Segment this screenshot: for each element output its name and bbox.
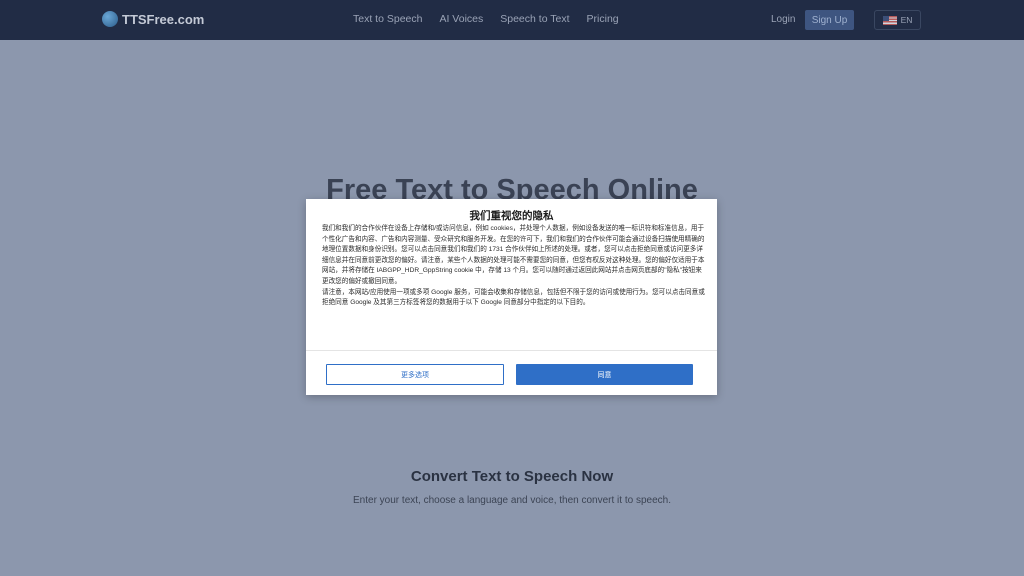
dialog-divider	[306, 350, 717, 351]
dialog-title: 我们重视您的隐私	[469, 210, 554, 222]
nav-link-pricing[interactable]: Pricing	[587, 13, 619, 25]
consent-paragraph-2: 请注意，本网站/应用使用一项或多项 Google 服务，可能会收集和存储信息，包…	[322, 288, 705, 307]
signup-button[interactable]: Sign Up	[805, 10, 854, 30]
more-options-button[interactable]: 更多选项	[326, 364, 504, 385]
nav-link-ai-voices[interactable]: AI Voices	[439, 13, 483, 25]
section-title: Convert Text to Speech Now	[410, 468, 614, 485]
privacy-consent-dialog: 我们重视您的隐私 我们和我们的合作伙伴在设备上存储和/或访问信息，例如 cook…	[306, 199, 717, 395]
brand-name: TTSFree.com	[122, 11, 205, 27]
brand-logo[interactable]: TTSFree.com	[102, 11, 204, 27]
consent-paragraph-1: 我们和我们的合作伙伴在设备上存储和/或访问信息，例如 cookies，并处理个人…	[322, 225, 705, 285]
nav-link-speech-to-text[interactable]: Speech to Text	[500, 13, 569, 25]
section-subtitle: Enter your text, choose a language and v…	[353, 495, 671, 506]
language-label: EN	[900, 15, 913, 25]
language-selector[interactable]: EN	[874, 10, 921, 30]
us-flag-icon	[882, 15, 897, 25]
nav-link-text-to-speech[interactable]: Text to Speech	[353, 13, 422, 25]
dialog-body: 我们和我们的合作伙伴在设备上存储和/或访问信息，例如 cookies，并处理个人…	[322, 224, 706, 348]
logo-mark-icon	[102, 11, 118, 27]
agree-button[interactable]: 同意	[516, 364, 693, 385]
top-navbar: TTSFree.com Text to Speech AI Voices Spe…	[0, 0, 1024, 40]
login-link[interactable]: Login	[771, 14, 795, 25]
nav-links: Text to Speech AI Voices Speech to Text …	[353, 13, 619, 25]
